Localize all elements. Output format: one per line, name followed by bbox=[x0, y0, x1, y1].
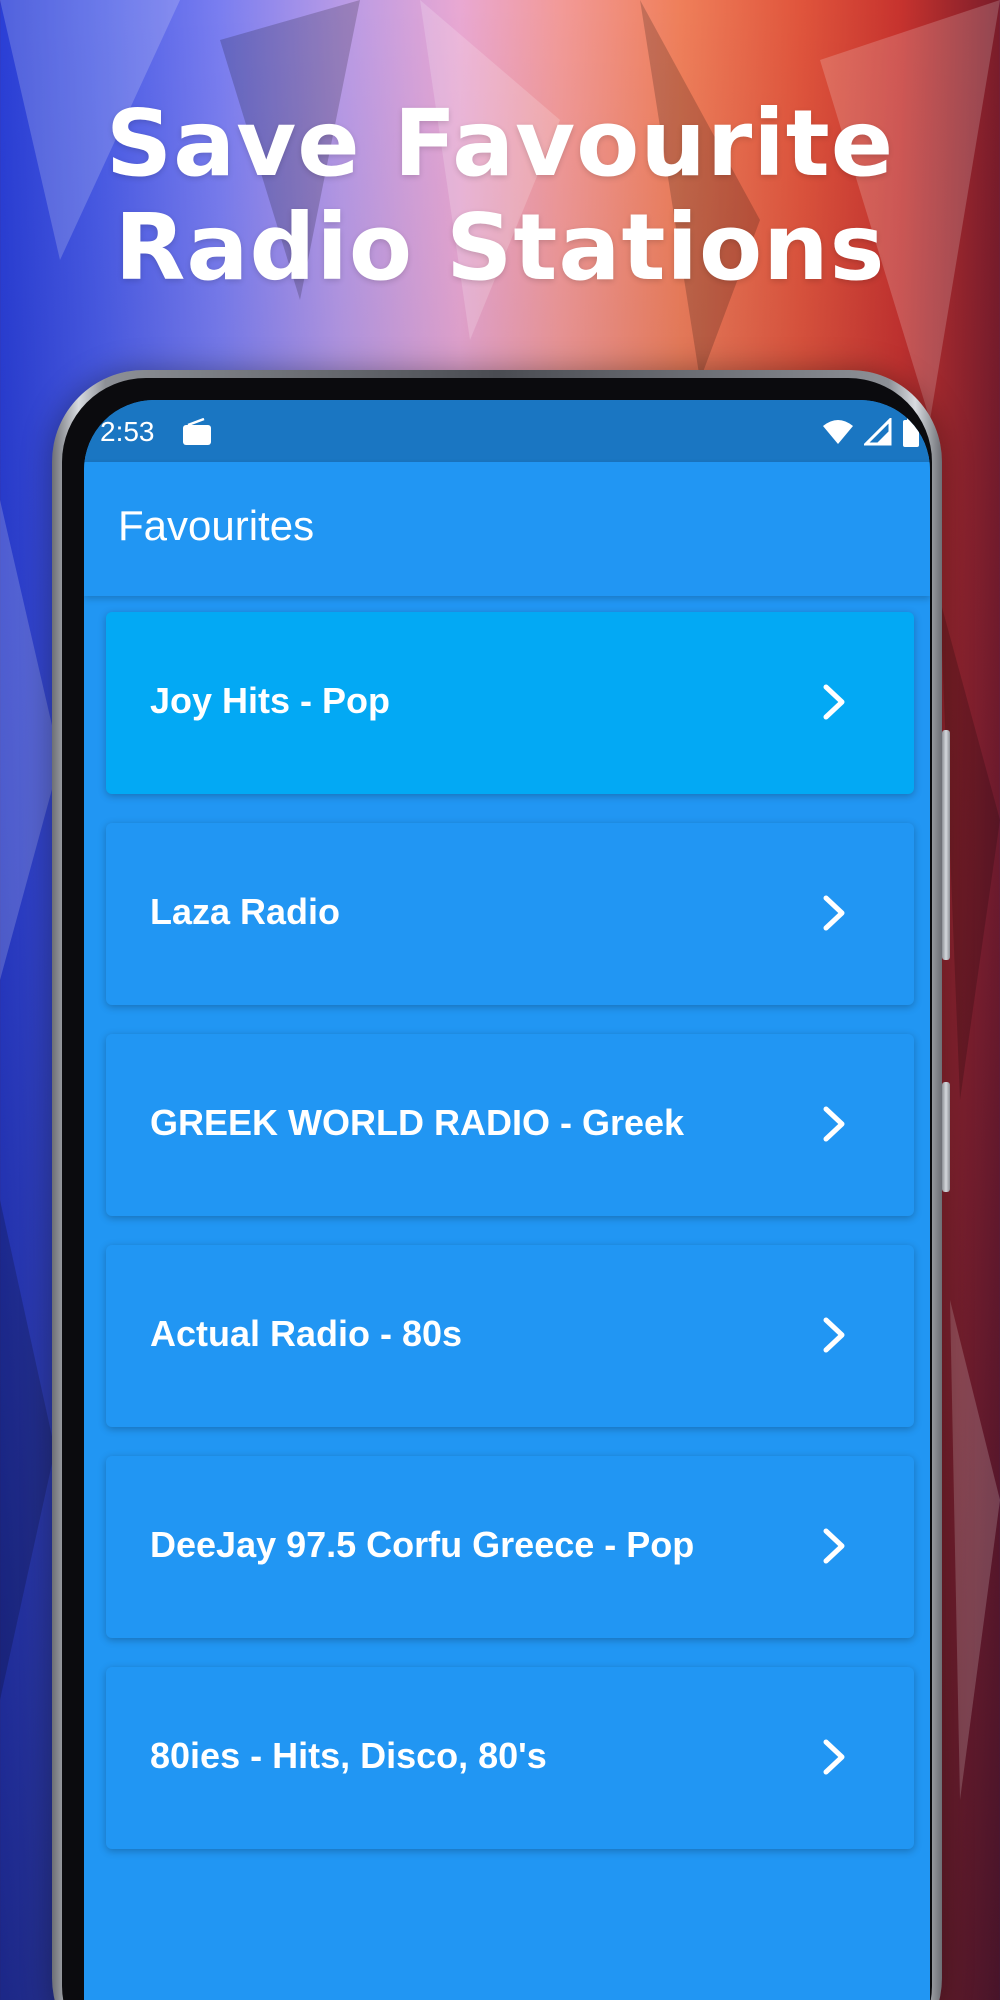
favourite-item-label: Joy Hits - Pop bbox=[150, 680, 391, 721]
promo-headline-line2: Radio Stations bbox=[114, 194, 886, 301]
favourite-item-label: 80ies - Hits, Disco, 80's bbox=[150, 1735, 547, 1776]
chevron-right-icon bbox=[823, 684, 845, 720]
phone-frame: 2:53 Favourites Joy Hits - Pop Laza Radi… bbox=[52, 370, 950, 2000]
phone-side-button-top bbox=[942, 730, 950, 960]
favourite-item-80ies-hits[interactable]: 80ies - Hits, Disco, 80's bbox=[106, 1667, 914, 1849]
app-bar: Favourites bbox=[84, 462, 930, 596]
cellular-signal-icon bbox=[864, 418, 892, 446]
favourite-item-joy-hits[interactable]: Joy Hits - Pop bbox=[106, 612, 914, 794]
favourite-item-label: Actual Radio - 80s bbox=[150, 1313, 463, 1354]
favourite-item-label: DeeJay 97.5 Corfu Greece - Pop bbox=[150, 1524, 695, 1565]
chevron-right-icon bbox=[823, 1317, 845, 1353]
chevron-right-icon bbox=[823, 895, 845, 931]
favourite-item-label: Laza Radio bbox=[150, 891, 341, 932]
chevron-right-icon bbox=[823, 1106, 845, 1142]
phone-bezel: 2:53 Favourites Joy Hits - Pop Laza Radi… bbox=[62, 378, 932, 2000]
favourite-item-actual-radio[interactable]: Actual Radio - 80s bbox=[106, 1245, 914, 1427]
favourite-item-deejay-corfu[interactable]: DeeJay 97.5 Corfu Greece - Pop bbox=[106, 1456, 914, 1638]
radio-icon bbox=[183, 418, 211, 445]
favourite-item-greek-world-radio[interactable]: GREEK WORLD RADIO - Greek bbox=[106, 1034, 914, 1216]
favourite-item-laza-radio[interactable]: Laza Radio bbox=[106, 823, 914, 1005]
favourites-list: Joy Hits - Pop Laza Radio GREEK WORLD RA… bbox=[106, 612, 914, 1878]
promo-headline-line1: Save Favourite bbox=[105, 90, 895, 197]
phone-screen: 2:53 Favourites Joy Hits - Pop Laza Radi… bbox=[84, 400, 930, 2000]
phone-side-button-bottom bbox=[942, 1082, 950, 1192]
chevron-right-icon bbox=[823, 1739, 845, 1775]
promo-headline: Save Favourite Radio Stations bbox=[0, 92, 1000, 300]
status-time: 2:53 bbox=[100, 416, 155, 447]
status-bar: 2:53 bbox=[84, 400, 930, 462]
status-icons bbox=[822, 417, 920, 447]
battery-icon bbox=[903, 417, 919, 447]
chevron-right-icon bbox=[823, 1528, 845, 1564]
favourite-item-label: GREEK WORLD RADIO - Greek bbox=[150, 1102, 685, 1143]
page-title: Favourites bbox=[118, 502, 315, 549]
wifi-icon bbox=[823, 420, 853, 444]
